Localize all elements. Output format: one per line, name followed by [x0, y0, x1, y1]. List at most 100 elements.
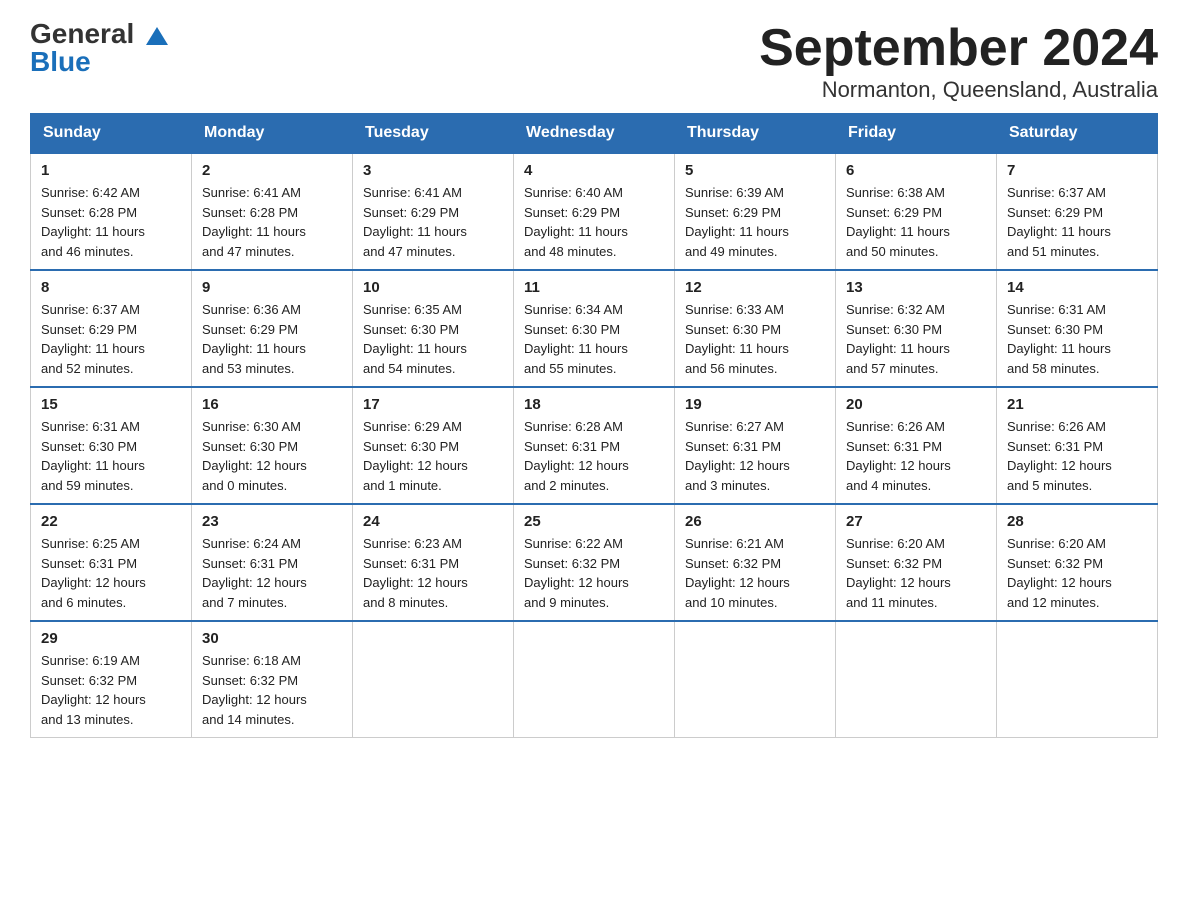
- day-info: Sunrise: 6:29 AM Sunset: 6:30 PM Dayligh…: [363, 417, 503, 495]
- calendar-week-row: 29 Sunrise: 6:19 AM Sunset: 6:32 PM Dayl…: [31, 621, 1158, 738]
- table-row: [675, 621, 836, 738]
- day-number: 19: [685, 396, 825, 413]
- day-number: 5: [685, 162, 825, 179]
- day-number: 17: [363, 396, 503, 413]
- header-wednesday: Wednesday: [514, 114, 675, 154]
- table-row: 3 Sunrise: 6:41 AM Sunset: 6:29 PM Dayli…: [353, 153, 514, 270]
- header-thursday: Thursday: [675, 114, 836, 154]
- day-number: 12: [685, 279, 825, 296]
- day-number: 20: [846, 396, 986, 413]
- table-row: 23 Sunrise: 6:24 AM Sunset: 6:31 PM Dayl…: [192, 504, 353, 621]
- location: Normanton, Queensland, Australia: [759, 77, 1158, 103]
- day-number: 26: [685, 513, 825, 530]
- day-number: 22: [41, 513, 181, 530]
- table-row: 17 Sunrise: 6:29 AM Sunset: 6:30 PM Dayl…: [353, 387, 514, 504]
- table-row: 4 Sunrise: 6:40 AM Sunset: 6:29 PM Dayli…: [514, 153, 675, 270]
- day-info: Sunrise: 6:19 AM Sunset: 6:32 PM Dayligh…: [41, 651, 181, 729]
- table-row: 16 Sunrise: 6:30 AM Sunset: 6:30 PM Dayl…: [192, 387, 353, 504]
- table-row: 5 Sunrise: 6:39 AM Sunset: 6:29 PM Dayli…: [675, 153, 836, 270]
- day-info: Sunrise: 6:35 AM Sunset: 6:30 PM Dayligh…: [363, 300, 503, 378]
- day-number: 7: [1007, 162, 1147, 179]
- day-number: 4: [524, 162, 664, 179]
- table-row: 22 Sunrise: 6:25 AM Sunset: 6:31 PM Dayl…: [31, 504, 192, 621]
- day-info: Sunrise: 6:32 AM Sunset: 6:30 PM Dayligh…: [846, 300, 986, 378]
- day-info: Sunrise: 6:31 AM Sunset: 6:30 PM Dayligh…: [41, 417, 181, 495]
- logo: General Blue: [30, 20, 146, 76]
- table-row: 9 Sunrise: 6:36 AM Sunset: 6:29 PM Dayli…: [192, 270, 353, 387]
- table-row: 13 Sunrise: 6:32 AM Sunset: 6:30 PM Dayl…: [836, 270, 997, 387]
- day-info: Sunrise: 6:40 AM Sunset: 6:29 PM Dayligh…: [524, 183, 664, 261]
- month-title: September 2024: [759, 20, 1158, 77]
- day-number: 18: [524, 396, 664, 413]
- day-info: Sunrise: 6:38 AM Sunset: 6:29 PM Dayligh…: [846, 183, 986, 261]
- table-row: 6 Sunrise: 6:38 AM Sunset: 6:29 PM Dayli…: [836, 153, 997, 270]
- day-number: 15: [41, 396, 181, 413]
- day-info: Sunrise: 6:33 AM Sunset: 6:30 PM Dayligh…: [685, 300, 825, 378]
- day-number: 8: [41, 279, 181, 296]
- day-info: Sunrise: 6:24 AM Sunset: 6:31 PM Dayligh…: [202, 534, 342, 612]
- day-info: Sunrise: 6:28 AM Sunset: 6:31 PM Dayligh…: [524, 417, 664, 495]
- day-number: 24: [363, 513, 503, 530]
- day-number: 3: [363, 162, 503, 179]
- table-row: 8 Sunrise: 6:37 AM Sunset: 6:29 PM Dayli…: [31, 270, 192, 387]
- day-info: Sunrise: 6:34 AM Sunset: 6:30 PM Dayligh…: [524, 300, 664, 378]
- header-monday: Monday: [192, 114, 353, 154]
- calendar-week-row: 15 Sunrise: 6:31 AM Sunset: 6:30 PM Dayl…: [31, 387, 1158, 504]
- table-row: 12 Sunrise: 6:33 AM Sunset: 6:30 PM Dayl…: [675, 270, 836, 387]
- day-info: Sunrise: 6:20 AM Sunset: 6:32 PM Dayligh…: [846, 534, 986, 612]
- day-info: Sunrise: 6:23 AM Sunset: 6:31 PM Dayligh…: [363, 534, 503, 612]
- day-info: Sunrise: 6:36 AM Sunset: 6:29 PM Dayligh…: [202, 300, 342, 378]
- table-row: 7 Sunrise: 6:37 AM Sunset: 6:29 PM Dayli…: [997, 153, 1158, 270]
- table-row: 26 Sunrise: 6:21 AM Sunset: 6:32 PM Dayl…: [675, 504, 836, 621]
- table-row: 11 Sunrise: 6:34 AM Sunset: 6:30 PM Dayl…: [514, 270, 675, 387]
- table-row: [353, 621, 514, 738]
- header-sunday: Sunday: [31, 114, 192, 154]
- page-header: General Blue September 2024 Normanton, Q…: [30, 20, 1158, 103]
- day-info: Sunrise: 6:21 AM Sunset: 6:32 PM Dayligh…: [685, 534, 825, 612]
- day-info: Sunrise: 6:39 AM Sunset: 6:29 PM Dayligh…: [685, 183, 825, 261]
- table-row: 27 Sunrise: 6:20 AM Sunset: 6:32 PM Dayl…: [836, 504, 997, 621]
- day-info: Sunrise: 6:25 AM Sunset: 6:31 PM Dayligh…: [41, 534, 181, 612]
- table-row: 29 Sunrise: 6:19 AM Sunset: 6:32 PM Dayl…: [31, 621, 192, 738]
- table-row: [836, 621, 997, 738]
- logo-blue: Blue: [30, 48, 146, 76]
- calendar-week-row: 22 Sunrise: 6:25 AM Sunset: 6:31 PM Dayl…: [31, 504, 1158, 621]
- day-info: Sunrise: 6:26 AM Sunset: 6:31 PM Dayligh…: [846, 417, 986, 495]
- table-row: 24 Sunrise: 6:23 AM Sunset: 6:31 PM Dayl…: [353, 504, 514, 621]
- table-row: [997, 621, 1158, 738]
- day-number: 13: [846, 279, 986, 296]
- header-friday: Friday: [836, 114, 997, 154]
- table-row: 21 Sunrise: 6:26 AM Sunset: 6:31 PM Dayl…: [997, 387, 1158, 504]
- day-number: 14: [1007, 279, 1147, 296]
- table-row: 20 Sunrise: 6:26 AM Sunset: 6:31 PM Dayl…: [836, 387, 997, 504]
- day-info: Sunrise: 6:31 AM Sunset: 6:30 PM Dayligh…: [1007, 300, 1147, 378]
- day-number: 28: [1007, 513, 1147, 530]
- calendar-header-row: Sunday Monday Tuesday Wednesday Thursday…: [31, 114, 1158, 154]
- table-row: 14 Sunrise: 6:31 AM Sunset: 6:30 PM Dayl…: [997, 270, 1158, 387]
- day-info: Sunrise: 6:27 AM Sunset: 6:31 PM Dayligh…: [685, 417, 825, 495]
- day-number: 6: [846, 162, 986, 179]
- day-number: 21: [1007, 396, 1147, 413]
- day-info: Sunrise: 6:26 AM Sunset: 6:31 PM Dayligh…: [1007, 417, 1147, 495]
- table-row: 15 Sunrise: 6:31 AM Sunset: 6:30 PM Dayl…: [31, 387, 192, 504]
- table-row: 19 Sunrise: 6:27 AM Sunset: 6:31 PM Dayl…: [675, 387, 836, 504]
- day-number: 10: [363, 279, 503, 296]
- calendar-week-row: 1 Sunrise: 6:42 AM Sunset: 6:28 PM Dayli…: [31, 153, 1158, 270]
- day-info: Sunrise: 6:30 AM Sunset: 6:30 PM Dayligh…: [202, 417, 342, 495]
- day-number: 9: [202, 279, 342, 296]
- table-row: 10 Sunrise: 6:35 AM Sunset: 6:30 PM Dayl…: [353, 270, 514, 387]
- day-number: 30: [202, 630, 342, 647]
- day-number: 29: [41, 630, 181, 647]
- table-row: 2 Sunrise: 6:41 AM Sunset: 6:28 PM Dayli…: [192, 153, 353, 270]
- day-info: Sunrise: 6:20 AM Sunset: 6:32 PM Dayligh…: [1007, 534, 1147, 612]
- day-info: Sunrise: 6:37 AM Sunset: 6:29 PM Dayligh…: [1007, 183, 1147, 261]
- day-info: Sunrise: 6:37 AM Sunset: 6:29 PM Dayligh…: [41, 300, 181, 378]
- calendar-table: Sunday Monday Tuesday Wednesday Thursday…: [30, 113, 1158, 738]
- day-number: 2: [202, 162, 342, 179]
- header-tuesday: Tuesday: [353, 114, 514, 154]
- table-row: 30 Sunrise: 6:18 AM Sunset: 6:32 PM Dayl…: [192, 621, 353, 738]
- day-number: 25: [524, 513, 664, 530]
- table-row: 25 Sunrise: 6:22 AM Sunset: 6:32 PM Dayl…: [514, 504, 675, 621]
- day-number: 1: [41, 162, 181, 179]
- day-info: Sunrise: 6:18 AM Sunset: 6:32 PM Dayligh…: [202, 651, 342, 729]
